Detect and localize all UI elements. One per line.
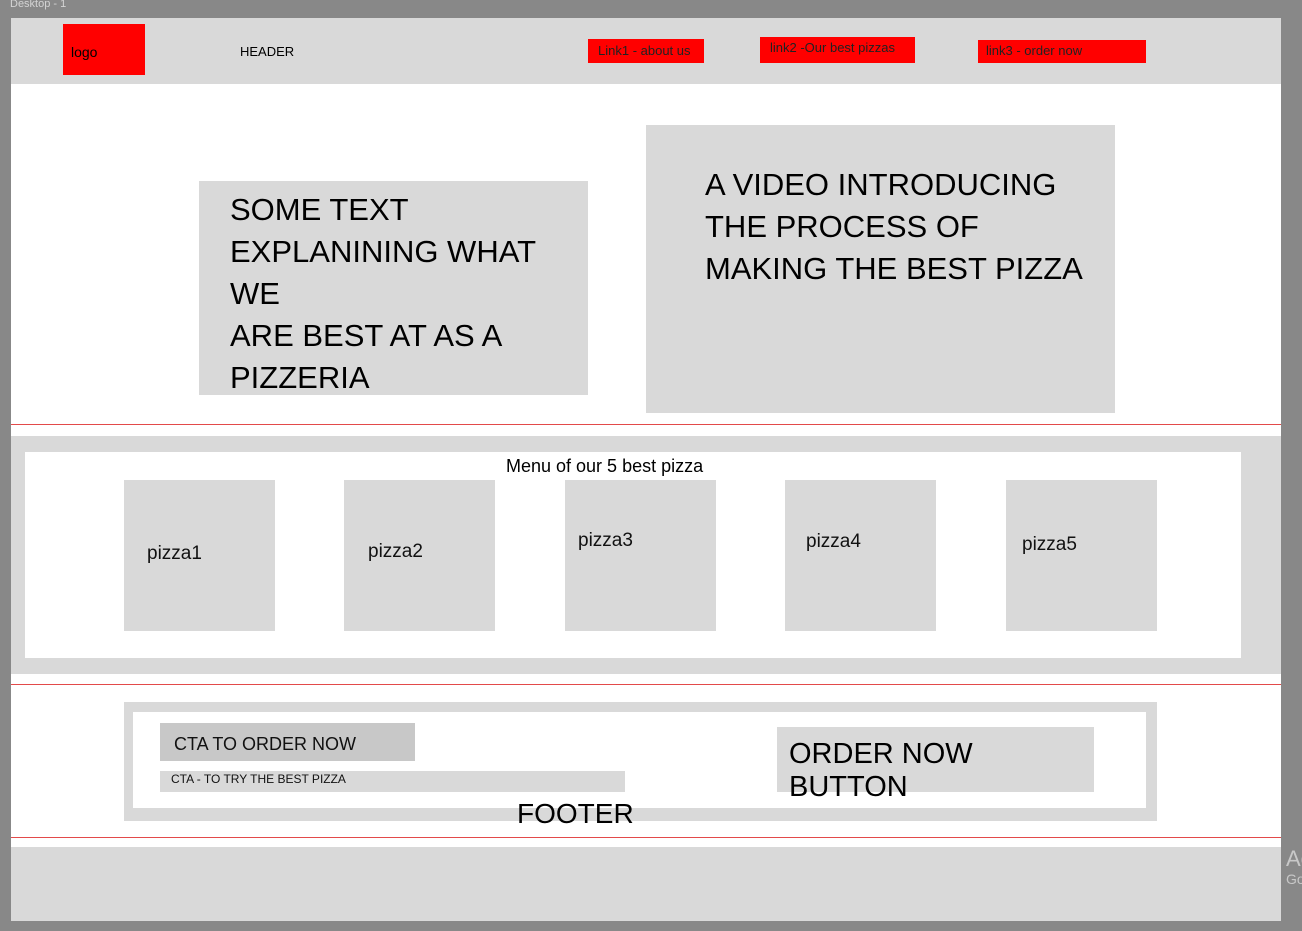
section-divider bbox=[11, 684, 1281, 685]
pizza-card[interactable]: pizza4 bbox=[785, 480, 936, 631]
video-text-line: A VIDEO INTRODUCING bbox=[705, 167, 1057, 202]
pizza-label: pizza2 bbox=[368, 541, 423, 562]
menu-title: Menu of our 5 best pizza bbox=[506, 456, 704, 476]
logo[interactable]: logo bbox=[63, 24, 145, 75]
cta-subline: CTA - TO TRY THE BEST PIZZA bbox=[160, 771, 625, 792]
pizza-label: pizza3 bbox=[578, 530, 633, 551]
pizza-card[interactable]: pizza1 bbox=[124, 480, 275, 631]
pizza-card[interactable]: pizza3 bbox=[565, 480, 716, 631]
nav-link-best-pizzas[interactable]: link2 -Our best pizzas bbox=[760, 37, 915, 63]
cta-headline: CTA TO ORDER NOW bbox=[160, 723, 415, 761]
activation-watermark: Ac bbox=[1286, 846, 1302, 871]
pizza-card[interactable]: pizza5 bbox=[1006, 480, 1157, 631]
nav-link-about[interactable]: Link1 - about us bbox=[588, 39, 704, 63]
video-text-line: MAKING THE BEST PIZZA bbox=[705, 251, 1083, 286]
hero-text-line: ARE BEST AT AS A bbox=[230, 318, 503, 353]
pizza-label: pizza1 bbox=[147, 543, 202, 564]
pizza-card[interactable]: pizza2 bbox=[344, 480, 495, 631]
header-title: HEADER bbox=[240, 44, 295, 59]
hero-text-line: PIZZERIA bbox=[230, 360, 370, 395]
frame-label: Desktop - 1 bbox=[10, 0, 67, 10]
hero-text-block: SOME TEXT EXPLANINING WHAT WE ARE BEST A… bbox=[199, 181, 588, 395]
nav-link-order-now[interactable]: link3 - order now bbox=[978, 40, 1146, 63]
pizza-label: pizza5 bbox=[1022, 534, 1077, 555]
hero-text-line: SOME TEXT bbox=[230, 192, 409, 227]
section-divider bbox=[11, 424, 1281, 425]
order-now-button[interactable]: ORDER NOW BUTTON bbox=[777, 727, 1094, 803]
hero-text-line: EXPLANINING WHAT WE bbox=[230, 234, 536, 311]
hero-video-placeholder[interactable]: A VIDEO INTRODUCING THE PROCESS OF MAKIN… bbox=[646, 125, 1115, 413]
video-text-line: THE PROCESS OF bbox=[705, 209, 979, 244]
pizza-label: pizza4 bbox=[806, 531, 861, 552]
footer-label: FOOTER bbox=[517, 798, 634, 829]
footer-bar bbox=[11, 847, 1281, 921]
section-divider bbox=[11, 837, 1281, 838]
activation-watermark-sub: Go bbox=[1286, 871, 1302, 887]
